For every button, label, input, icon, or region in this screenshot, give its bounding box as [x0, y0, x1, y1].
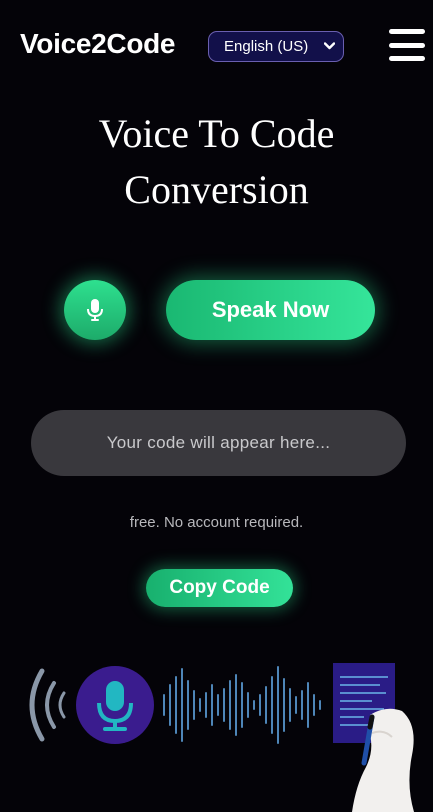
page-title-line-2: Conversion: [124, 167, 309, 212]
code-output-field[interactable]: Your code will appear here...: [31, 410, 406, 476]
audio-waveform: [163, 666, 321, 744]
language-select-value: English (US): [224, 38, 309, 55]
voice-to-code-illustration: [29, 663, 414, 812]
language-select[interactable]: English (US): [208, 31, 344, 62]
brand-logo[interactable]: Voice2Code: [20, 28, 176, 60]
chevron-down-icon: [323, 41, 336, 53]
sound-waves-icon: [29, 668, 66, 742]
hamburger-line: [389, 56, 425, 61]
hamburger-menu-icon[interactable]: [389, 29, 425, 61]
page-title-line-1: Voice To Code: [98, 111, 335, 156]
hamburger-line: [389, 42, 425, 48]
info-note: free. No account required.: [129, 514, 304, 531]
copy-code-button[interactable]: Copy Code: [146, 569, 293, 607]
hamburger-line: [389, 29, 425, 34]
speak-now-button[interactable]: Speak Now: [166, 280, 375, 340]
microphone-button[interactable]: [64, 280, 126, 340]
microphone-icon: [87, 299, 103, 321]
page: Voice2Code English (US) Voice To Code Co…: [0, 0, 433, 812]
microphone-icon: [76, 666, 154, 744]
page-title: Voice To Code Conversion: [40, 106, 393, 218]
